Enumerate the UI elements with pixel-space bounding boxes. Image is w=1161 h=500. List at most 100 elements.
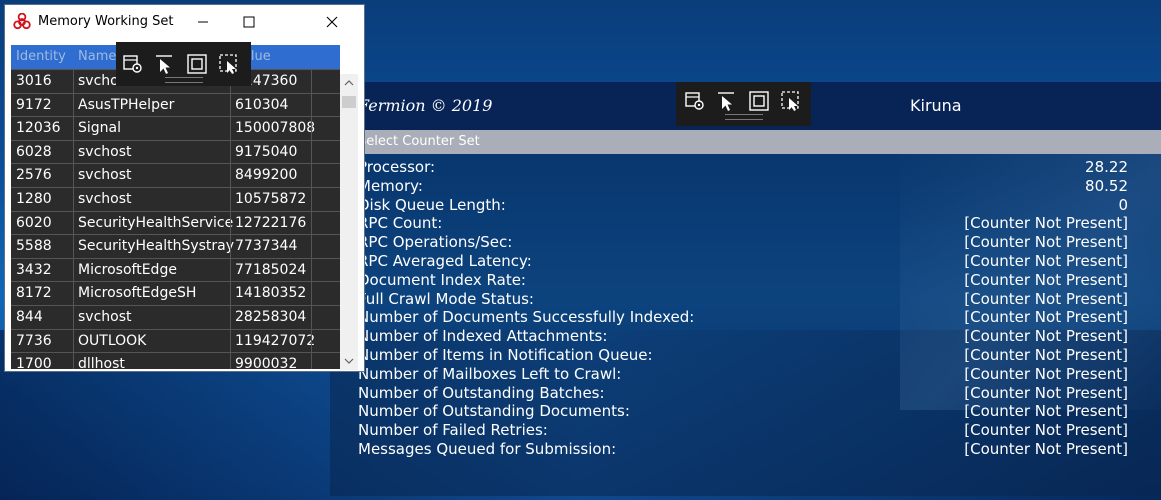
counter-label: Number of Indexed Attachments: <box>358 327 608 346</box>
counter-label: Number of Outstanding Batches: <box>358 383 605 402</box>
table-row[interactable]: 8172 MicrosoftEdgeSH 14180352 <box>11 281 340 305</box>
counter-row: RPC Count: [Counter Not Present] <box>358 214 1128 233</box>
fermion-window: Fermion © 2019 Kiruna Select Counter Set… <box>330 82 1161 496</box>
counter-value: [Counter Not Present] <box>964 233 1128 252</box>
counter-value: [Counter Not Present] <box>964 421 1128 440</box>
cell-value: 9900032 <box>235 356 298 369</box>
column-divider <box>311 69 312 369</box>
counter-list: Processor: 28.22 Memory: 80.52 Disk Queue Le… <box>358 158 1128 459</box>
pointer-icon[interactable] <box>716 90 738 112</box>
cell-value: 12722176 <box>235 214 307 231</box>
counter-value: [Counter Not Present] <box>964 289 1128 308</box>
maximize-button[interactable] <box>226 5 272 39</box>
cell-name: Signal <box>78 120 122 137</box>
table-row[interactable]: 1700 dllhost 9900032 <box>11 352 340 369</box>
cell-identity: 7736 <box>16 332 52 349</box>
counter-value: [Counter Not Present] <box>964 383 1128 402</box>
minimize-button[interactable] <box>180 5 226 39</box>
cell-value: 9175040 <box>235 143 298 160</box>
cell-name: svchost <box>78 143 132 160</box>
counter-value: [Counter Not Present] <box>964 364 1128 383</box>
cell-value: 10575872 <box>235 191 307 207</box>
counter-value: [Counter Not Present] <box>964 308 1128 327</box>
memory-data-grid[interactable]: Identity Name Value 3016 svchost 3147360 91… <box>11 45 340 369</box>
settings-cursor-icon[interactable] <box>684 90 706 112</box>
select-counter-set-button[interactable]: Select Counter Set <box>352 130 1161 154</box>
counter-value: 0 <box>1118 195 1128 214</box>
toolbar-grip[interactable] <box>164 77 203 83</box>
counter-value: 80.52 <box>1085 176 1128 195</box>
vertical-scrollbar[interactable] <box>340 74 358 370</box>
floating-toolbar-memory <box>116 42 251 86</box>
counter-row: Document Index Rate: [Counter Not Present… <box>358 271 1128 290</box>
host-name: Kiruna <box>910 96 962 115</box>
table-row[interactable]: 3432 MicrosoftEdge 77185024 <box>11 257 340 282</box>
cell-name: dllhost <box>78 356 125 369</box>
table-row[interactable]: 6020 SecurityHealthService 12722176 <box>11 210 340 235</box>
column-divider <box>230 69 231 369</box>
scrollbar-thumb[interactable] <box>342 96 356 108</box>
column-header-name[interactable]: Name <box>78 49 116 64</box>
counter-row: Disk Queue Length: 0 <box>358 196 1128 215</box>
square-frame-icon[interactable] <box>186 53 208 75</box>
select-region-icon[interactable] <box>780 90 802 112</box>
cell-identity: 1700 <box>16 356 52 369</box>
counter-label: Number of Documents Successfully Indexed… <box>358 308 695 327</box>
table-row[interactable]: 12036 Signal 150007808 <box>11 116 340 140</box>
counter-row: Messages Queued for Submission: [Counter … <box>358 440 1128 459</box>
counter-label: Document Index Rate: <box>358 270 526 289</box>
toolbar-grip[interactable] <box>724 114 763 120</box>
cell-value: 150007808 <box>235 120 316 137</box>
close-button[interactable] <box>307 5 357 39</box>
memory-window-title-bar[interactable]: Memory Working Set <box>5 5 364 39</box>
counter-label: Memory: <box>358 176 423 195</box>
cell-identity: 1280 <box>16 191 52 207</box>
cell-name: MicrosoftEdge <box>78 261 177 278</box>
table-row[interactable]: 5588 SecurityHealthSystray 7737344 <box>11 234 340 258</box>
column-divider <box>73 69 74 369</box>
counter-value: [Counter Not Present] <box>964 214 1128 233</box>
cell-identity: 6028 <box>16 143 52 160</box>
counter-label: Number of Mailboxes Left to Crawl: <box>358 364 622 383</box>
cell-name: svchost <box>78 309 132 325</box>
counter-row: Memory: 80.52 <box>358 177 1128 196</box>
counter-value: 28.22 <box>1085 158 1128 176</box>
settings-cursor-icon[interactable] <box>122 53 144 75</box>
counter-label: Processor: <box>358 158 436 176</box>
counter-value: [Counter Not Present] <box>964 270 1128 289</box>
cell-name: SecurityHealthSystray <box>78 238 235 255</box>
cell-identity: 12036 <box>16 120 61 137</box>
cell-name: svchost <box>78 167 132 184</box>
brand-label: Fermion © 2019 <box>358 96 493 115</box>
counter-row: RPC Operations/Sec: [Counter Not Present] <box>358 233 1128 252</box>
pointer-icon[interactable] <box>154 53 176 75</box>
cell-value: 8499200 <box>235 167 298 184</box>
square-frame-icon[interactable] <box>748 90 770 112</box>
cell-name: SecurityHealthService <box>78 214 234 231</box>
counter-label: Disk Queue Length: <box>358 195 506 214</box>
cell-value: 77185024 <box>235 261 307 278</box>
counter-label: Messages Queued for Submission: <box>358 439 617 458</box>
cell-value: 14180352 <box>235 285 307 302</box>
counter-value: [Counter Not Present] <box>964 439 1128 458</box>
counter-row: Full Crawl Mode Status: [Counter Not Pres… <box>358 290 1128 309</box>
cell-value: 28258304 <box>235 309 307 325</box>
table-row[interactable]: 7736 OUTLOOK 119427072 <box>11 328 340 353</box>
cell-identity: 844 <box>16 309 43 325</box>
scroll-up-icon[interactable] <box>340 74 358 92</box>
table-row[interactable]: 6028 svchost 9175040 <box>11 139 340 164</box>
counter-row: Number of Indexed Attachments: [Counter N… <box>358 327 1128 346</box>
counter-row: Number of Outstanding Documents: [Counter… <box>358 402 1128 421</box>
counter-value: [Counter Not Present] <box>964 345 1128 364</box>
table-row[interactable]: 844 svchost 28258304 <box>11 305 340 329</box>
scroll-down-icon[interactable] <box>340 352 358 370</box>
cell-identity: 8172 <box>16 285 52 302</box>
counter-row: Number of Mailboxes Left to Crawl: [Count… <box>358 365 1128 384</box>
counter-label: Number of Items in Notification Queue: <box>358 345 653 364</box>
cell-identity: 3016 <box>16 73 52 89</box>
table-row[interactable]: 9172 AsusTPHelper 610304 <box>11 92 340 117</box>
table-row[interactable]: 1280 svchost 10575872 <box>11 187 340 211</box>
column-header-identity[interactable]: Identity <box>16 49 66 64</box>
select-region-icon[interactable] <box>218 53 240 75</box>
table-row[interactable]: 2576 svchost 8499200 <box>11 163 340 187</box>
